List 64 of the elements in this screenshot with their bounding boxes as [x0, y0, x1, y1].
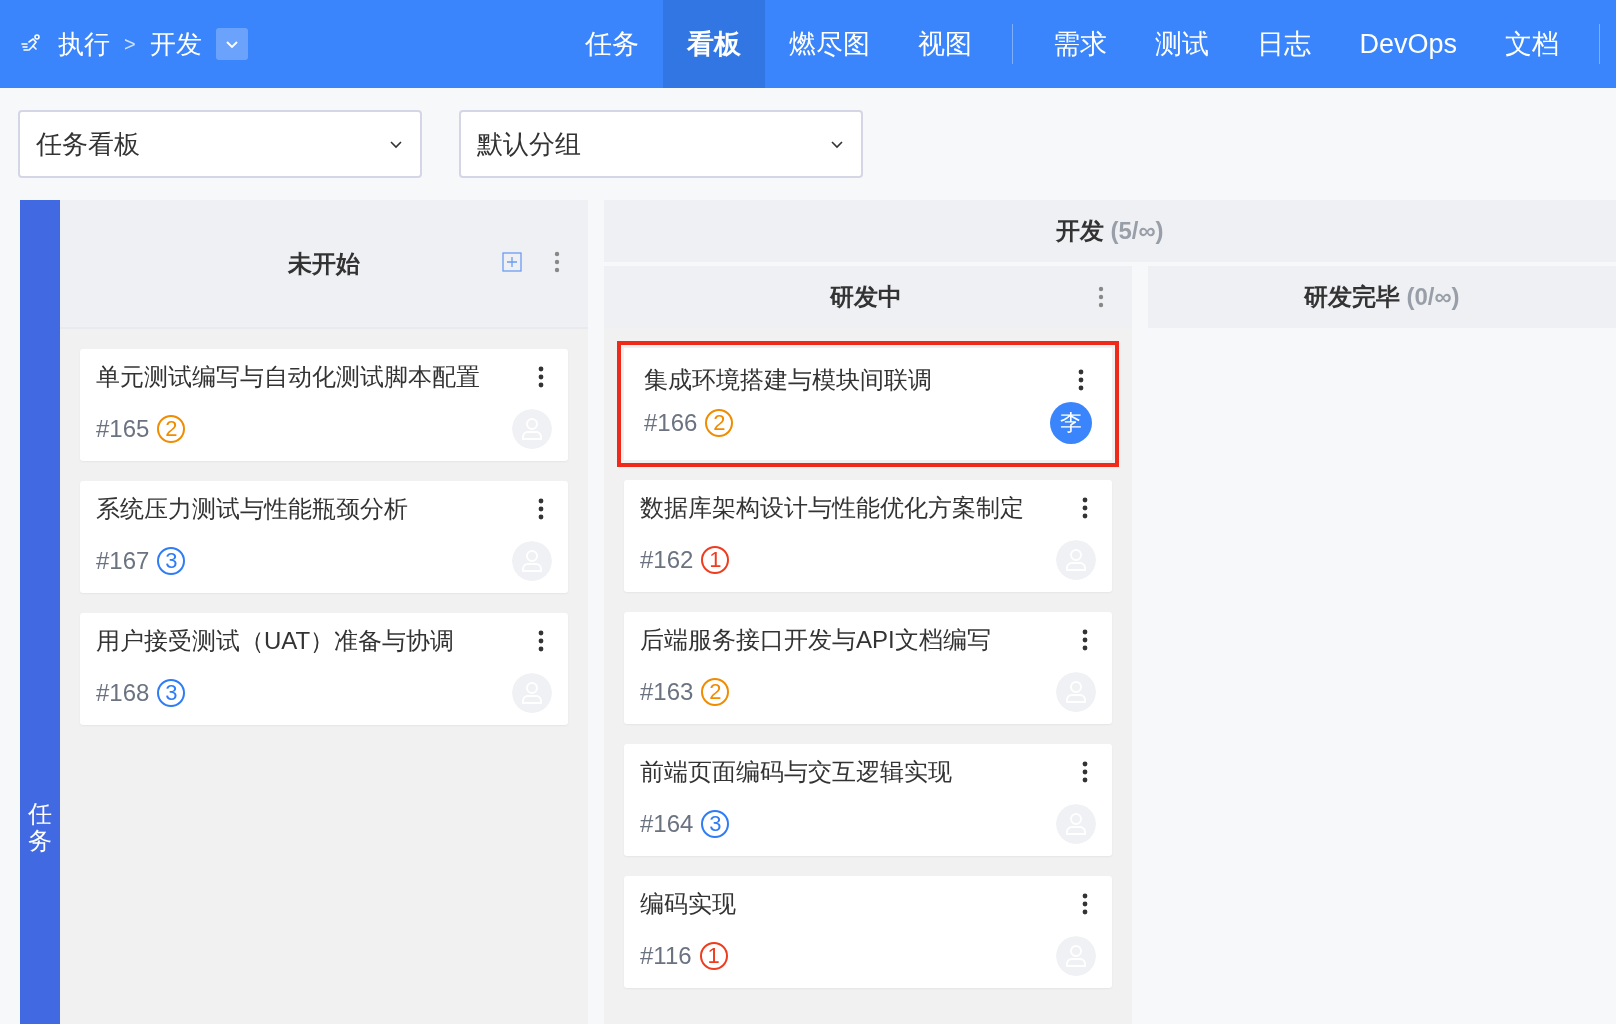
card-id: #166 [644, 409, 698, 437]
card-id: #163 [640, 678, 694, 706]
nav-tab[interactable]: 测试 [1131, 0, 1234, 88]
more-icon[interactable] [538, 365, 544, 389]
select-field[interactable]: 默认分组 [459, 110, 863, 178]
nav-tab[interactable]: 需求 [1029, 0, 1132, 88]
card-id: #164 [640, 810, 694, 838]
assignee-avatar[interactable]: 李 [1050, 402, 1092, 444]
add-icon[interactable] [502, 252, 522, 272]
task-card[interactable]: 前端页面编码与交互逻辑实现 #164 3 [624, 744, 1112, 856]
column-title: 研发中 [830, 282, 902, 312]
priority-badge: 2 [705, 409, 734, 437]
priority-badge: 2 [157, 415, 186, 443]
nav-tab[interactable]: DevOps [1335, 0, 1481, 88]
card-title: 前端页面编码与交互逻辑实现 [640, 757, 952, 787]
lane-title: 任务 [28, 801, 52, 854]
more-icon[interactable] [538, 629, 544, 653]
dropdown-button[interactable] [215, 28, 248, 60]
card-title: 集成环境搭建与模块间联调 [644, 365, 932, 395]
breadcrumb-current: 开发 [149, 27, 202, 61]
card-title: 后端服务接口开发与API文档编写 [640, 625, 991, 655]
group-count: (5/∞) [1110, 217, 1164, 245]
nav-tab[interactable]: 视图 [894, 0, 997, 88]
card-title: 单元测试编写与自动化测试脚本配置 [96, 362, 480, 392]
task-card[interactable]: 后端服务接口开发与API文档编写 #163 2 [624, 612, 1112, 724]
priority-badge: 3 [157, 547, 186, 575]
more-icon[interactable] [1082, 628, 1088, 652]
card-id: #167 [96, 547, 150, 575]
column-title: 未开始 [288, 248, 360, 279]
more-icon[interactable] [538, 497, 544, 521]
more-icon[interactable] [1082, 892, 1088, 916]
task-card[interactable]: 编码实现 #116 1 [624, 876, 1112, 988]
task-card[interactable]: 系统压力测试与性能瓶颈分析 #167 3 [80, 481, 568, 593]
task-card[interactable]: 集成环境搭建与模块间联调 #166 2 李 [617, 341, 1119, 467]
card-id: #162 [640, 546, 694, 574]
breadcrumb-separator: > [124, 32, 136, 56]
more-icon[interactable] [1082, 760, 1088, 784]
card-id: #165 [96, 415, 150, 443]
column-count: (0/∞) [1406, 283, 1460, 311]
card-title: 数据库架构设计与性能优化方案制定 [640, 493, 1024, 523]
card-title: 编码实现 [640, 889, 736, 919]
task-card[interactable]: 单元测试编写与自动化测试脚本配置 #165 2 [80, 349, 568, 461]
select-field[interactable]: 任务看板 [18, 110, 422, 178]
more-icon[interactable] [1078, 368, 1084, 392]
priority-badge: 3 [701, 810, 730, 838]
nav-tab[interactable]: 日志 [1233, 0, 1336, 88]
nav-tab[interactable]: 燃尽图 [765, 0, 895, 88]
priority-badge: 3 [157, 679, 186, 707]
card-id: #116 [640, 942, 692, 970]
card-title: 系统压力测试与性能瓶颈分析 [96, 494, 408, 524]
priority-badge: 1 [701, 546, 730, 574]
nav-tab[interactable]: 看板 [663, 0, 766, 88]
group-title: 开发 [1056, 216, 1105, 246]
task-card[interactable]: 用户接受测试（UAT）准备与协调 #168 3 [80, 613, 568, 725]
breadcrumb-link[interactable]: 执行 [58, 26, 110, 62]
card-title: 用户接受测试（UAT）准备与协调 [96, 626, 455, 656]
more-icon[interactable] [1082, 496, 1088, 520]
nav-tab[interactable]: 任务 [561, 0, 664, 88]
task-card[interactable]: 数据库架构设计与性能优化方案制定 #162 1 [624, 480, 1112, 592]
priority-badge: 2 [701, 678, 730, 706]
nav-tab[interactable]: 文档 [1481, 0, 1583, 88]
column-title: 研发完毕 [1304, 282, 1401, 312]
priority-badge: 1 [699, 942, 728, 970]
card-id: #168 [96, 679, 150, 707]
